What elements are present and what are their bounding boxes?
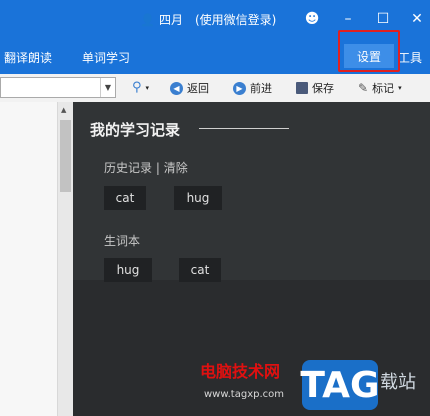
left-pane xyxy=(0,102,57,416)
forward-arrow-icon: ▶ xyxy=(233,81,246,95)
close-button[interactable]: ✕ xyxy=(407,9,427,29)
scroll-up-arrow-icon[interactable]: ▲ xyxy=(61,106,66,114)
separator: | xyxy=(155,161,160,175)
page-title: 我的学习记录 xyxy=(90,121,181,139)
chevron-down-icon: ▾ xyxy=(398,84,402,92)
watermark-url: www.tagxp.com xyxy=(204,389,284,400)
forward-label: 前进 xyxy=(250,82,272,95)
toolbar: ▼ ⚲ ▾ ◀ 返回 ▶ 前进 保存 ✎ 标记 ▾ xyxy=(0,74,430,103)
back-button[interactable]: ◀ 返回 xyxy=(170,80,209,96)
mark-button[interactable]: ✎ 标记 ▾ xyxy=(358,80,402,96)
user-name: 四月 xyxy=(158,13,183,27)
minimize-button[interactable]: – xyxy=(338,9,358,29)
wordbook-label: 生词本 xyxy=(104,234,141,248)
user-info[interactable]: 👤 四月 (使用微信登录) xyxy=(140,11,276,28)
login-note: (使用微信登录) xyxy=(194,13,277,27)
history-word-chip[interactable]: cat xyxy=(104,186,146,210)
maximize-button[interactable]: ☐ xyxy=(373,9,393,29)
history-label: 历史记录 xyxy=(104,161,153,175)
menu-item-tools[interactable]: 工具 xyxy=(398,49,422,66)
search-button[interactable]: ⚲ ▾ xyxy=(132,80,149,95)
heading-divider xyxy=(199,128,289,129)
scrollbar[interactable]: ▲ xyxy=(57,102,73,416)
history-section-header: 历史记录 | 清除 xyxy=(104,159,188,176)
highlight-box xyxy=(338,30,400,72)
menu-item-word-study[interactable]: 单词学习 xyxy=(82,49,130,66)
skin-icon[interactable]: ☻ xyxy=(302,9,322,29)
chevron-down-icon[interactable]: ▼ xyxy=(100,78,115,97)
user-icon: 👤 xyxy=(140,12,155,27)
mark-label: 标记 xyxy=(372,82,395,95)
history-word-chip[interactable]: hug xyxy=(174,186,222,210)
save-icon xyxy=(296,82,308,94)
search-combo-input[interactable]: ▼ xyxy=(0,77,116,98)
scrollbar-thumb[interactable] xyxy=(60,120,71,192)
tag-logo: TAG xyxy=(300,360,380,410)
clear-history-link[interactable]: 清除 xyxy=(164,161,188,175)
wordbook-word-chip[interactable]: cat xyxy=(179,258,221,282)
chevron-down-icon: ▾ xyxy=(145,83,150,92)
save-label: 保存 xyxy=(312,82,334,95)
wordbook-word-chip[interactable]: hug xyxy=(104,258,152,282)
menu-item-translate-read[interactable]: 翻译朗读 xyxy=(4,49,52,66)
search-icon: ⚲ xyxy=(132,80,142,95)
save-button[interactable]: 保存 xyxy=(296,80,334,96)
forward-button[interactable]: ▶ 前进 xyxy=(233,80,272,96)
watermark-right-text: 载站 xyxy=(380,372,416,393)
mark-icon: ✎ xyxy=(358,81,369,95)
back-arrow-icon: ◀ xyxy=(170,81,183,95)
back-label: 返回 xyxy=(187,82,209,95)
watermark-text: 电脑技术网 xyxy=(200,362,281,381)
